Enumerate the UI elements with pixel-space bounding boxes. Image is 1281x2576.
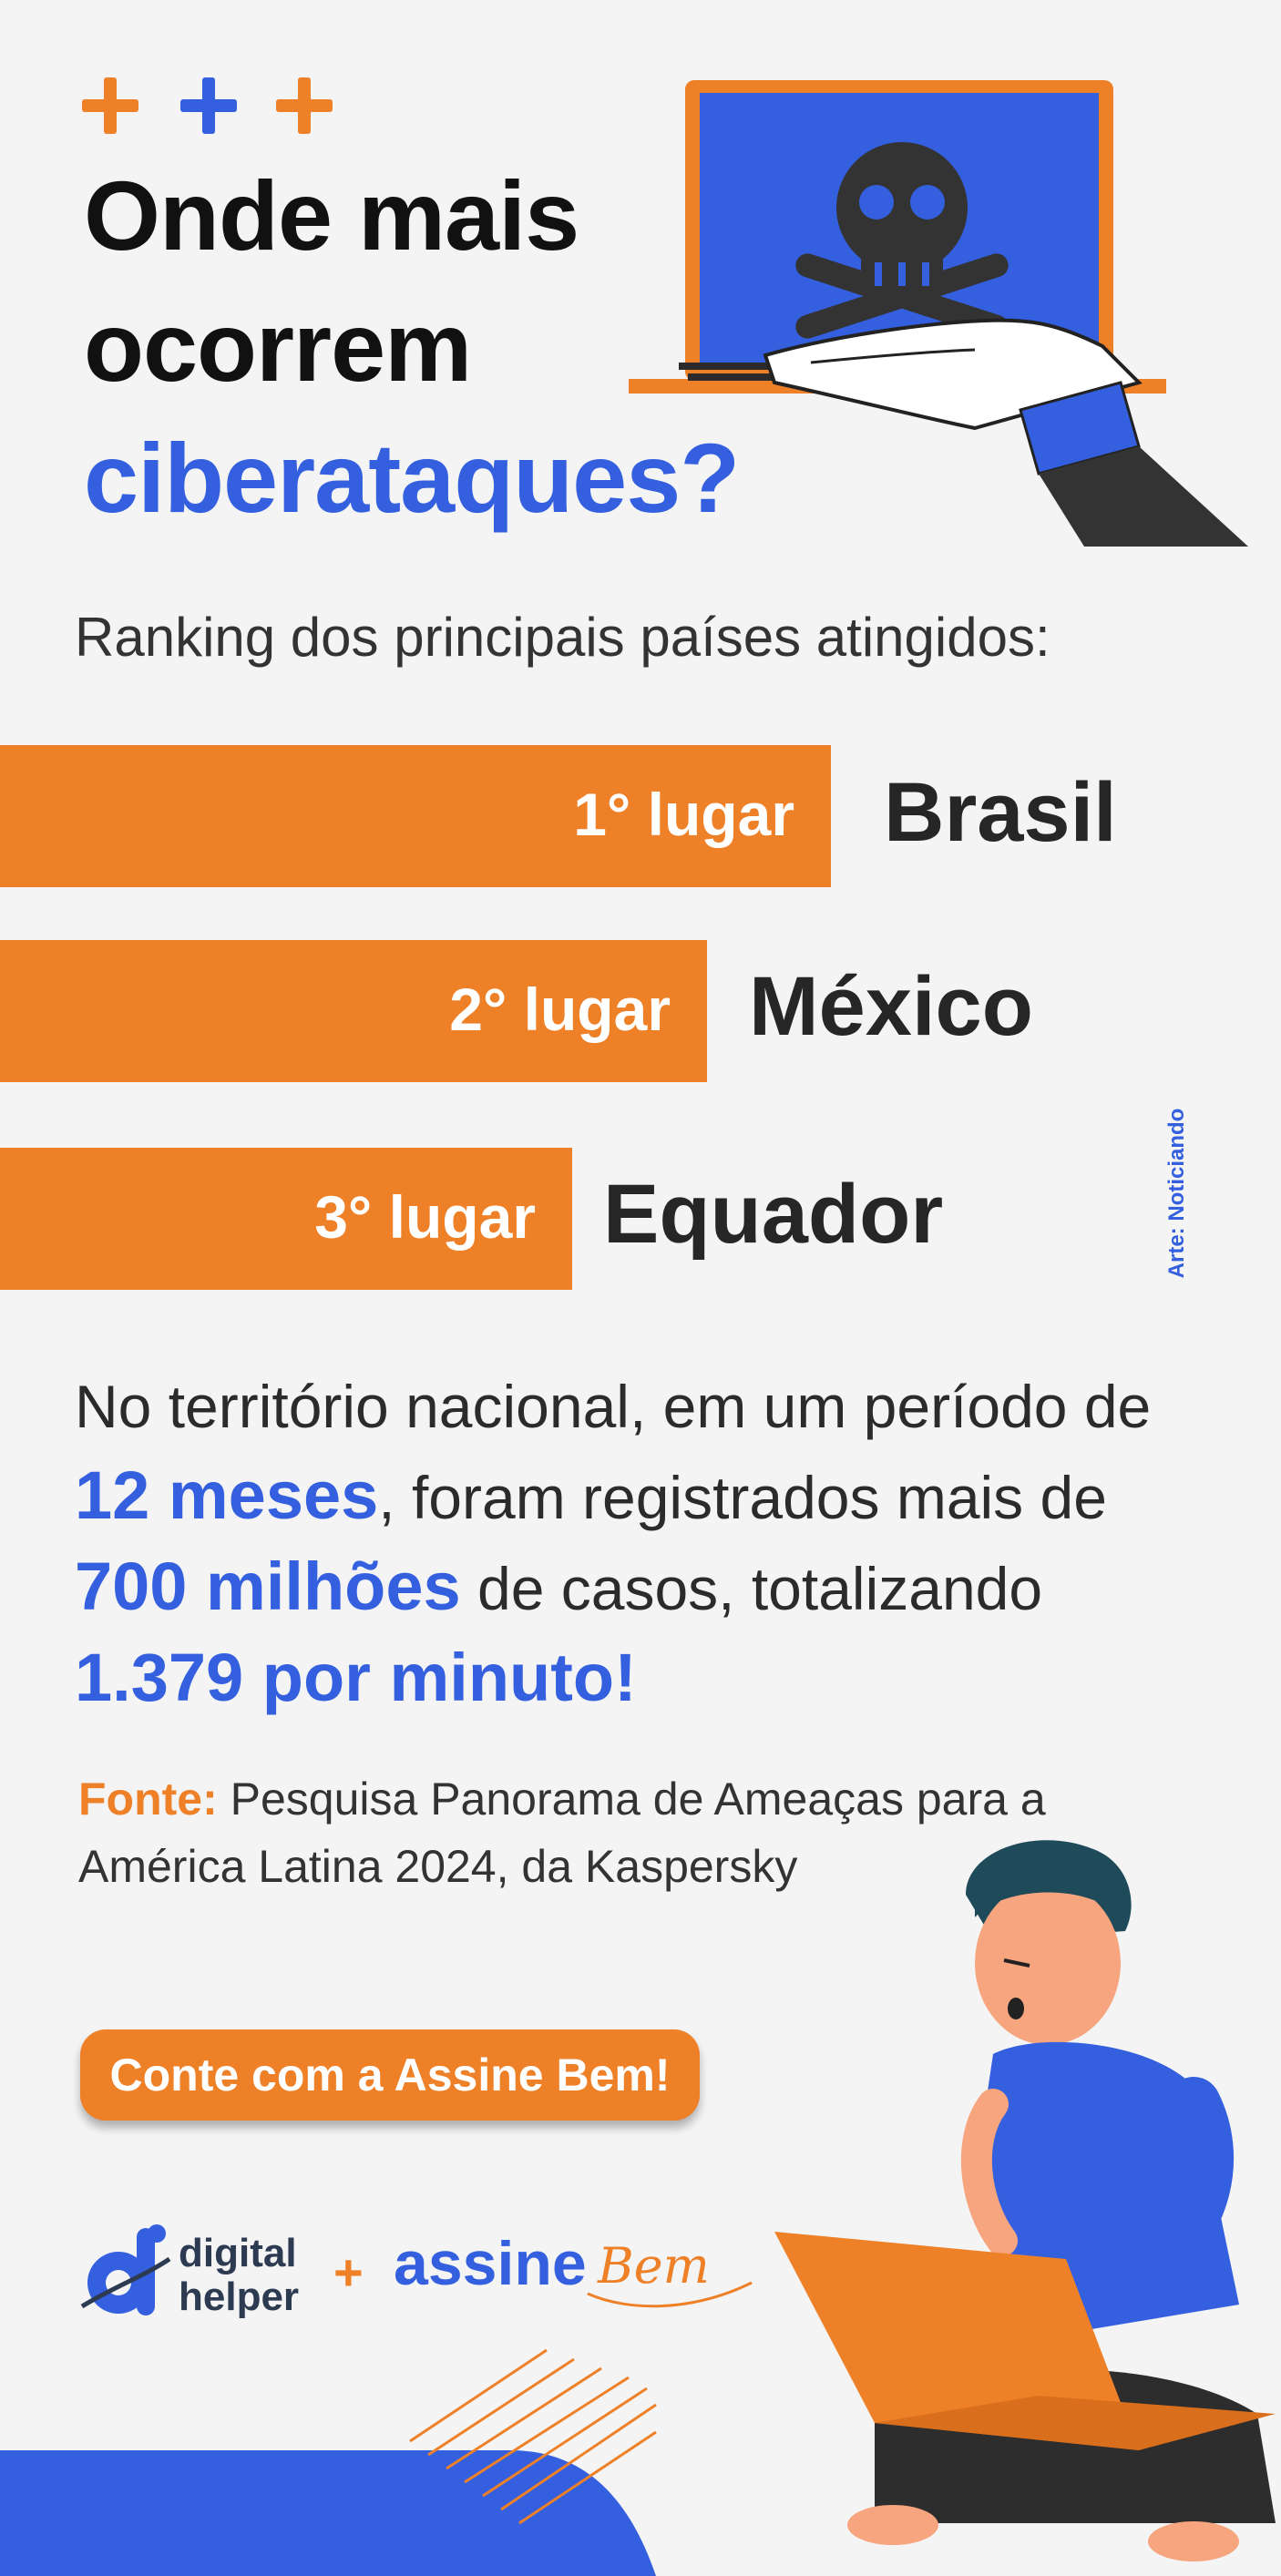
plus-icon-blue: [180, 77, 237, 134]
stats-text-3: de casos, totalizando: [460, 1555, 1043, 1622]
logos-plus-sign: +: [333, 2244, 364, 2301]
stats-text-2: , foram registrados mais de: [378, 1464, 1107, 1531]
plus-icon-orange-2: [276, 77, 333, 134]
stats-highlight-3: 1.379 por minuto!: [75, 1640, 637, 1715]
ranking-bar-3: 3° lugar: [0, 1148, 572, 1290]
stats-text-1: No território nacional, em um período de: [75, 1373, 1152, 1440]
ranking-bar-2: 2° lugar: [0, 940, 707, 1082]
ranking-place-3: 3° lugar: [314, 1183, 536, 1251]
art-credit: Arte: Noticiando: [1150, 1098, 1204, 1289]
ranking-country-1: Brasil: [884, 766, 1117, 859]
digital-helper-wordmark: digital helper: [179, 2232, 299, 2319]
ranking-country-3: Equador: [603, 1168, 944, 1261]
stats-highlight-2: 700 milhões: [75, 1549, 461, 1624]
ranking-subtitle: Ranking dos principais países atingidos:: [75, 607, 1050, 668]
assine-wordmark: assine: [394, 2229, 587, 2298]
ranking-bar-1: 1° lugar: [0, 745, 831, 887]
ranking-country-2: México: [749, 960, 1033, 1053]
digital-helper-logo: [80, 2224, 171, 2315]
stats-paragraph: No território nacional, em um período de…: [75, 1362, 1204, 1724]
ranking-place-2: 2° lugar: [449, 976, 671, 1043]
ranking-place-1: 1° lugar: [573, 781, 794, 848]
art-credit-text: Arte: Noticiando: [1164, 1108, 1189, 1279]
assine-bem-swoosh-icon: [587, 2281, 753, 2308]
digital-helper-line-1: digital: [179, 2231, 297, 2275]
laptop-skull-icon: [629, 80, 1248, 547]
source-label: Fonte:: [78, 1774, 218, 1825]
plus-icon-orange-1: [82, 77, 138, 134]
person-with-laptop-illustration: [774, 1840, 1276, 2561]
stats-highlight-1: 12 meses: [75, 1457, 379, 1533]
cta-button[interactable]: Conte com a Assine Bem!: [80, 2029, 700, 2121]
digital-helper-line-2: helper: [179, 2274, 300, 2319]
